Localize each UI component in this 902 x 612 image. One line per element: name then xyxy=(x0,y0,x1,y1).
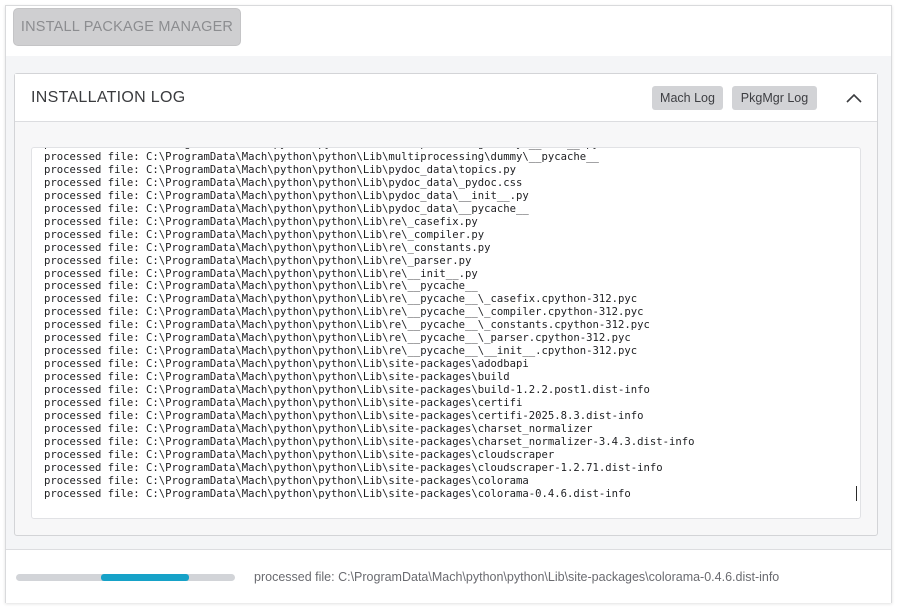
log-line: processed file: C:\ProgramData\Mach\pyth… xyxy=(44,332,631,345)
text-caret xyxy=(856,486,857,501)
status-text: processed file: C:\ProgramData\Mach\pyth… xyxy=(254,570,780,584)
log-line: processed file: C:\ProgramData\Mach\pyth… xyxy=(44,461,663,474)
log-line: processed file: C:\ProgramData\Mach\pyth… xyxy=(44,319,650,332)
install-package-manager-button[interactable]: INSTALL PACKAGE MANAGER xyxy=(13,8,241,46)
log-line: processed file: C:\ProgramData\Mach\pyth… xyxy=(44,293,638,306)
log-line: processed file: C:\ProgramData\Mach\pyth… xyxy=(44,241,491,254)
progress-bar xyxy=(16,574,235,581)
status-bar: processed file: C:\ProgramData\Mach\pyth… xyxy=(6,549,891,603)
app-window: INSTALL PACKAGE MANAGER INSTALLATION LOG… xyxy=(5,5,892,603)
log-line: processed file: C:\ProgramData\Mach\pyth… xyxy=(44,410,644,423)
progress-fill xyxy=(101,574,189,581)
log-line: processed file: C:\ProgramData\Mach\pyth… xyxy=(44,422,593,435)
log-line: processed file: C:\ProgramData\Mach\pyth… xyxy=(44,371,510,384)
log-line: processed file: C:\ProgramData\Mach\pyth… xyxy=(44,150,599,163)
chevron-up-icon xyxy=(846,93,862,103)
log-line: processed file: C:\ProgramData\Mach\pyth… xyxy=(44,474,529,487)
log-line: processed file: C:\ProgramData\Mach\pyth… xyxy=(44,267,478,280)
log-line: processed file: C:\ProgramData\Mach\pyth… xyxy=(44,254,472,267)
log-line: processed file: C:\ProgramData\Mach\pyth… xyxy=(44,487,631,500)
log-line: processed file: C:\ProgramData\Mach\pyth… xyxy=(44,228,485,241)
log-line: processed file: C:\ProgramData\Mach\pyth… xyxy=(44,397,523,410)
toolbar: INSTALL PACKAGE MANAGER xyxy=(6,6,891,56)
log-output[interactable]: processed file: C:\ProgramData\Mach\pyth… xyxy=(31,147,861,519)
log-line: processed file: C:\ProgramData\Mach\pyth… xyxy=(44,384,650,397)
log-line: processed file: C:\ProgramData\Mach\pyth… xyxy=(44,215,478,228)
mach-log-button[interactable]: Mach Log xyxy=(652,86,723,110)
pkgmgr-log-button[interactable]: PkgMgr Log xyxy=(732,86,817,110)
log-panel-header: INSTALLATION LOG Mach Log PkgMgr Log xyxy=(15,74,877,122)
log-panel-title: INSTALLATION LOG xyxy=(31,89,186,106)
log-line: processed file: C:\ProgramData\Mach\pyth… xyxy=(44,163,516,176)
installation-log-panel: INSTALLATION LOG Mach Log PkgMgr Log pro… xyxy=(14,73,878,536)
log-lines: processed file: C:\ProgramData\Mach\pyth… xyxy=(44,148,695,501)
collapse-panel-button[interactable] xyxy=(841,86,867,110)
log-line: processed file: C:\ProgramData\Mach\pyth… xyxy=(44,202,529,215)
log-line: processed file: C:\ProgramData\Mach\pyth… xyxy=(44,345,638,358)
log-line: processed file: C:\ProgramData\Mach\pyth… xyxy=(44,306,644,319)
log-line: processed file: C:\ProgramData\Mach\pyth… xyxy=(44,358,529,371)
log-line: processed file: C:\ProgramData\Mach\pyth… xyxy=(44,435,695,448)
log-line: processed file: C:\ProgramData\Mach\pyth… xyxy=(44,189,529,202)
log-line: processed file: C:\ProgramData\Mach\pyth… xyxy=(44,176,523,189)
log-line: processed file: C:\ProgramData\Mach\pyth… xyxy=(44,280,478,293)
log-line: processed file: C:\ProgramData\Mach\pyth… xyxy=(44,448,555,461)
